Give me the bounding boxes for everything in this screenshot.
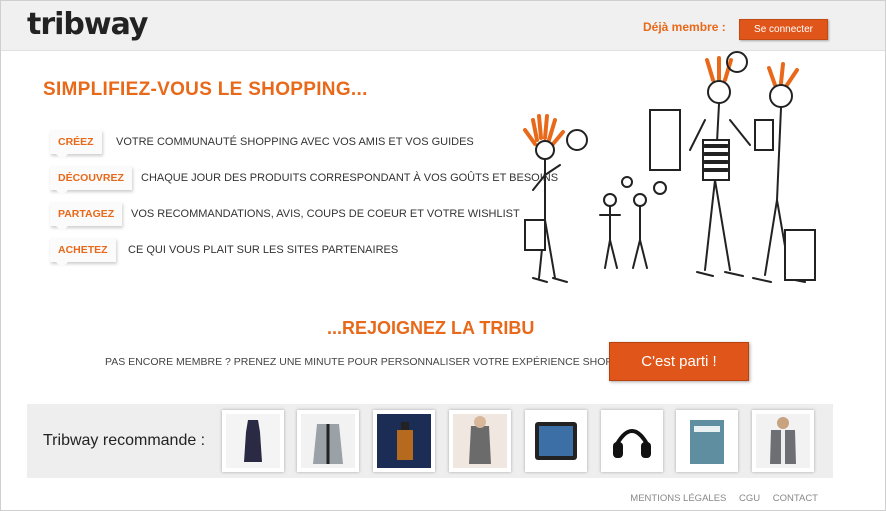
hero-headline: SIMPLIFIEZ-VOUS LE SHOPPING... — [43, 79, 368, 100]
product-headphones[interactable] — [601, 410, 663, 472]
product-perfume[interactable] — [373, 410, 435, 472]
shoppers-illustration — [523, 51, 816, 283]
product-dress[interactable] — [222, 410, 284, 472]
tag-achetez: ACHETEZ — [50, 238, 116, 268]
footer-links: MENTIONS LÉGALES CGU CONTACT — [620, 493, 818, 504]
desc-partagez: VOS RECOMMANDATIONS, AVIS, COUPS DE COEU… — [131, 208, 520, 220]
product-top[interactable] — [449, 410, 511, 472]
desc-creez: VOTRE COMMUNAUTÉ SHOPPING AVEC VOS AMIS … — [116, 136, 474, 148]
footer-link-cgu[interactable]: CGU — [739, 493, 760, 504]
logo[interactable]: tribway — [27, 7, 148, 42]
product-jacket[interactable] — [297, 410, 359, 472]
footer-link-contact[interactable]: CONTACT — [773, 493, 818, 504]
tag-creez: CRÉEZ — [50, 130, 102, 160]
tag-decouvrez: DÉCOUVREZ — [50, 166, 132, 196]
product-vest[interactable] — [752, 410, 814, 472]
footer-link-mentions[interactable]: MENTIONS LÉGALES — [630, 493, 726, 504]
desc-achetez: CE QUI VOUS PLAIT SUR LES SITES PARTENAI… — [128, 244, 399, 256]
member-text: Déjà membre : — [643, 20, 726, 34]
join-title: ...REJOIGNEZ LA TRIBU — [327, 318, 535, 338]
product-book[interactable] — [676, 410, 738, 472]
connect-button[interactable]: Se connecter — [739, 19, 828, 40]
desc-decouvrez: CHAQUE JOUR DES PRODUITS CORRESPONDANT À… — [141, 172, 559, 184]
tag-partagez: PARTAGEZ — [50, 202, 123, 232]
cta-button[interactable]: C'est parti ! — [609, 342, 749, 381]
join-text: PAS ENCORE MEMBRE ? PRENEZ UNE MINUTE PO… — [105, 356, 644, 368]
recommend-label: Tribway recommande : — [43, 432, 206, 449]
header: tribway Déjà membre : Se connecter — [1, 1, 885, 51]
product-tablet[interactable] — [525, 410, 587, 472]
